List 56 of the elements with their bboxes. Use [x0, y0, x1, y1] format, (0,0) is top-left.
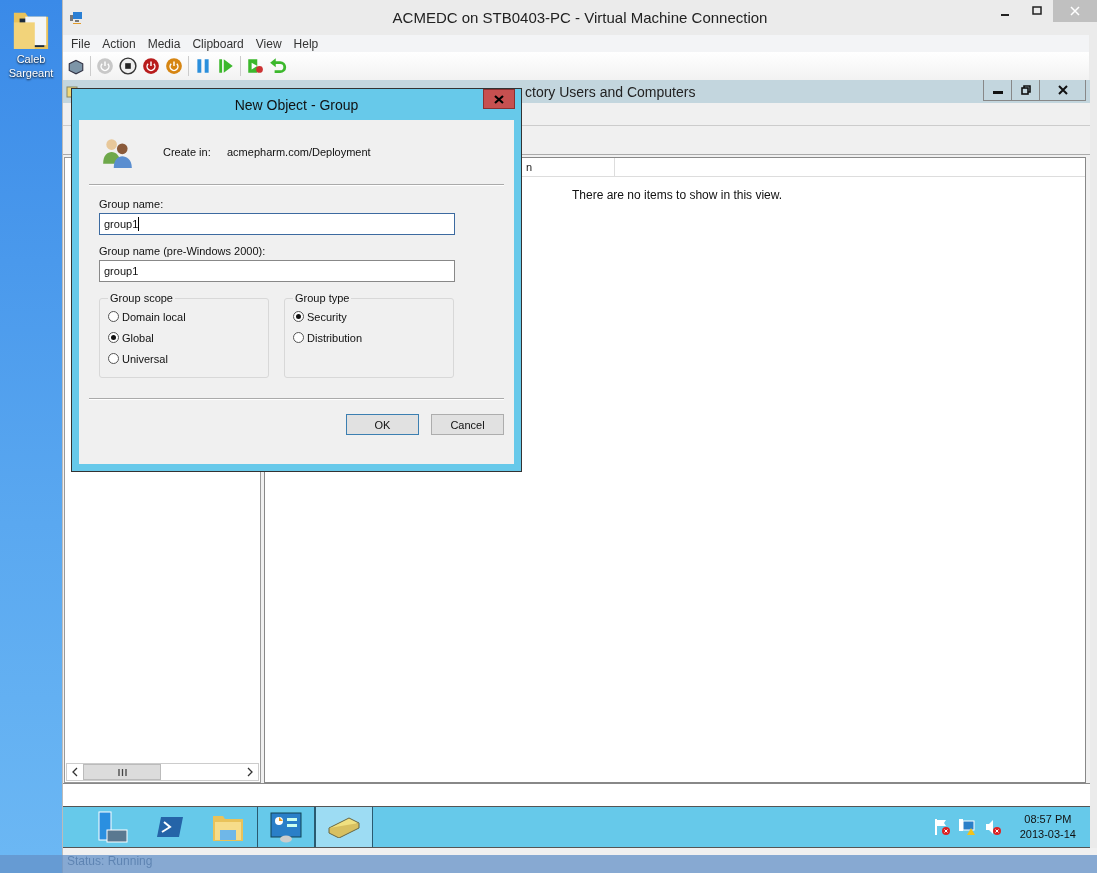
group-title: Group type	[294, 292, 351, 304]
field-label: Group name (pre-Windows 2000):	[99, 245, 267, 257]
menu-item[interactable]: Action	[96, 36, 142, 51]
power-icon[interactable]	[165, 57, 183, 75]
radio-option[interactable]: Domain local	[108, 306, 260, 327]
checkpoint-icon[interactable]	[246, 57, 264, 75]
close-button[interactable]	[483, 89, 515, 109]
radio-option[interactable]: Universal	[108, 348, 260, 369]
taskbar-button[interactable]	[315, 807, 373, 847]
menu-item[interactable]: View	[249, 36, 288, 51]
group-title: Group scope	[109, 292, 174, 304]
close-icon	[1057, 85, 1068, 95]
dashboard-icon	[269, 811, 303, 843]
maximize-icon	[1032, 6, 1042, 16]
clock-time[interactable]: 08:57 PM	[1024, 812, 1072, 827]
speaker-muted-icon[interactable]	[983, 818, 1002, 836]
power-icon[interactable]	[142, 57, 160, 75]
column-header[interactable]: n	[525, 158, 615, 176]
field-label: Group name:	[99, 198, 165, 210]
scrollbar-thumb[interactable]	[83, 764, 161, 780]
dialog-button[interactable]: Cancel	[431, 414, 504, 435]
minimize-icon	[1001, 14, 1009, 16]
empty-message: There are no items to show in this view.	[572, 188, 783, 202]
radio-option[interactable]: Global	[108, 327, 260, 348]
menu-item[interactable]: Media	[141, 36, 187, 51]
dialog-title: New Object - Group	[234, 96, 359, 113]
play-icon[interactable]	[217, 57, 235, 75]
horizontal-scrollbar[interactable]	[66, 763, 259, 781]
app-title: ctory Users and Computers	[525, 83, 696, 100]
radio-option[interactable]: Distribution	[293, 327, 445, 348]
close-icon	[494, 94, 504, 104]
minimize-icon	[992, 91, 1003, 94]
menu-item[interactable]: Help	[287, 36, 325, 51]
monitor-icon	[69, 10, 83, 25]
menu-item[interactable]: Clipboard	[186, 36, 250, 51]
create-in-path: acmepharm.com/Deployment	[227, 146, 371, 158]
menu-item[interactable]: File	[65, 36, 97, 51]
stop-icon[interactable]	[119, 57, 137, 75]
flag-icon[interactable]	[933, 818, 952, 836]
radio-option[interactable]: Security	[293, 306, 445, 327]
restore-icon	[1020, 85, 1031, 95]
create-in-label: Create in:	[163, 146, 212, 158]
grip-icon	[117, 768, 127, 776]
users-icon	[101, 136, 135, 168]
pause-icon[interactable]	[194, 57, 212, 75]
clock-date[interactable]: 2013-03-14	[1019, 827, 1076, 842]
text-field[interactable]: group1	[99, 260, 455, 282]
terminal-icon	[156, 815, 184, 839]
server-toolbox-icon	[95, 810, 129, 844]
revert-icon[interactable]	[269, 57, 287, 75]
taskbar-button[interactable]	[257, 807, 315, 847]
close-icon	[1070, 6, 1080, 16]
dialog-button[interactable]: OK	[346, 414, 419, 435]
window-title: ACMEDC on STB0403-PC - Virtual Machine Connection	[392, 9, 768, 26]
network-icon[interactable]	[957, 818, 978, 836]
text-field[interactable]: group1	[99, 213, 455, 235]
